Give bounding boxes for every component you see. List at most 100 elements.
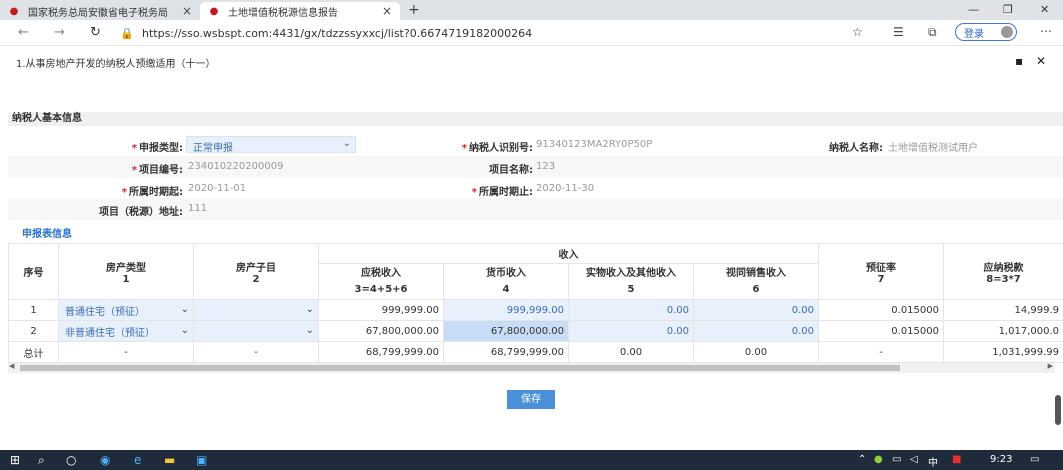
tray-chevron-icon[interactable]: ⌃ xyxy=(858,454,866,465)
house-sub-select[interactable]: ⌄ xyxy=(193,320,319,342)
header-deemed-no: 6 xyxy=(693,279,819,300)
cell-taxable: 999,999.00 xyxy=(318,299,444,321)
period-start-value[interactable]: 2020-11-01 xyxy=(188,183,246,194)
form-row-1: * 申报类型: 正常申报 ⌄ * 纳税人识别号: 91340123MA2RY0P50… xyxy=(8,134,1063,156)
chevron-down-icon: ⌄ xyxy=(305,304,314,315)
chevron-down-icon: ⌄ xyxy=(180,304,189,315)
tab-land-tax-report[interactable]: ● 土地增值税税源信息报告 × xyxy=(200,2,400,20)
modal-header: 1.从事房地产开发的纳税人预缴适用（十一） ▪ ✕ xyxy=(0,48,1063,74)
minimize-icon[interactable]: — xyxy=(968,3,979,16)
ie-icon[interactable]: e xyxy=(134,453,141,467)
close-tab-icon[interactable]: × xyxy=(382,4,392,18)
form-row-2: * 项目编号: 234010220200009 项目名称: 123 xyxy=(8,156,1063,178)
chevron-down-icon: ⌄ xyxy=(180,325,189,336)
cell-cash: 68,799,999.00 xyxy=(443,341,569,363)
favorites-list-icon[interactable]: ☰ xyxy=(893,25,904,39)
tab-tax-bureau[interactable]: ● 国家税务总局安徽省电子税务局 × xyxy=(0,2,200,20)
close-tab-icon[interactable]: × xyxy=(182,4,192,18)
windows-start-icon[interactable]: ⊞ xyxy=(10,453,20,467)
header-cash-no: 4 xyxy=(443,279,569,300)
period-start-label: * 所属时期起: xyxy=(121,187,183,198)
address-label: 项目（税源）地址: xyxy=(99,207,183,218)
collections-icon[interactable]: ⧉ xyxy=(928,25,937,40)
file-explorer-icon[interactable]: ▬ xyxy=(164,453,175,467)
scroll-right-icon[interactable]: ▶ xyxy=(1048,362,1053,370)
favorite-star-icon[interactable]: ☆ xyxy=(852,25,863,39)
project-no-value: 234010220200009 xyxy=(188,161,284,172)
period-end-value[interactable]: 2020-11-30 xyxy=(536,183,594,194)
maximize-icon[interactable]: ▪ xyxy=(1015,54,1023,68)
modal-title: 1.从事房地产开发的纳税人预缴适用（十一） xyxy=(16,59,216,70)
header-seq: 序号 xyxy=(8,243,59,300)
cell-tax: 14,999.9 xyxy=(943,299,1063,321)
tab-label: 国家税务总局安徽省电子税务局 xyxy=(28,7,168,19)
refresh-icon[interactable]: ↻ xyxy=(90,25,101,40)
taskbar: ⊞ ⌕ ○ ◉ e ▬ ▣ ⌃ ● ▭ ◁ 中 ■ 9:23 ▭ xyxy=(0,450,1063,470)
cell-seq: 1 xyxy=(8,299,59,321)
table-row: 1 普通住宅（预征） ⌄ ⌄ 999,999.00 999,999.00 0.00… xyxy=(8,299,1063,321)
network-icon[interactable]: ▭ xyxy=(892,454,901,465)
taxpayer-name-value: 土地增值税测试用户 xyxy=(888,143,978,154)
restore-icon[interactable]: ❐ xyxy=(1003,3,1013,16)
more-options-icon[interactable]: ⋯ xyxy=(1040,24,1052,38)
form-row-3: * 所属时期起: 2020-11-01 * 所属时期止: 2020-11-30 xyxy=(8,178,1063,200)
tray-app-icon[interactable]: ● xyxy=(874,454,883,465)
header-house-type: 房产类型 1 xyxy=(58,243,194,300)
back-icon[interactable]: ← xyxy=(18,25,29,40)
mail-icon[interactable]: ▣ xyxy=(196,453,207,467)
address-bar: ← → ↻ 🔒 https://sso.wsbspt.com:4431/gx/t… xyxy=(0,20,1063,46)
save-button[interactable]: 保存 xyxy=(507,390,555,409)
modal-close-icon[interactable]: ✕ xyxy=(1036,54,1046,68)
project-name-label: 项目名称: xyxy=(489,165,533,176)
scrollbar-thumb[interactable] xyxy=(20,365,900,371)
deemed-income-input[interactable]: 0.00 xyxy=(693,299,819,321)
forward-icon[interactable]: → xyxy=(54,25,65,40)
header-kind-no: 5 xyxy=(568,279,694,300)
security-app-icon[interactable]: ■ xyxy=(952,454,961,465)
house-sub-select[interactable]: ⌄ xyxy=(193,299,319,321)
cell-tax: 1,031,999.99 xyxy=(943,341,1063,363)
cell-taxable: 68,799,999.00 xyxy=(318,341,444,363)
taxpayer-id-label: * 纳税人识别号: xyxy=(461,143,533,154)
cell-seq: 2 xyxy=(8,320,59,342)
cell-rate: 0.015000 xyxy=(818,299,944,321)
table-row: 2 非普通住宅（预征） ⌄ ⌄ 67,800,000.00 67,800,000.… xyxy=(8,320,1063,342)
section-title-report: 申报表信息 xyxy=(22,229,72,240)
scroll-left-icon[interactable]: ◀ xyxy=(9,362,14,370)
volume-icon[interactable]: ◁ xyxy=(910,454,918,465)
project-no-label: * 项目编号: xyxy=(131,165,183,176)
kind-income-input[interactable]: 0.00 xyxy=(568,299,694,321)
new-tab-icon[interactable]: + xyxy=(408,2,420,18)
address-value: 111 xyxy=(188,203,208,214)
login-button[interactable]: 登录 xyxy=(955,23,1017,41)
notification-icon[interactable]: ▭ xyxy=(1030,454,1039,465)
header-deemed-income: 视同销售收入 xyxy=(693,263,819,280)
house-type-select[interactable]: 非普通住宅（预征） ⌄ xyxy=(58,320,194,342)
project-name-value: 123 xyxy=(536,161,556,172)
cash-income-input[interactable]: 999,999.00 xyxy=(443,299,569,321)
url-field[interactable]: 🔒 https://sso.wsbspt.com:4431/gx/tdzzssy… xyxy=(120,23,880,43)
deemed-income-input[interactable]: 0.00 xyxy=(693,320,819,342)
house-type-select[interactable]: 普通住宅（预征） ⌄ xyxy=(58,299,194,321)
header-prepay-rate: 预征率 7 xyxy=(818,243,944,300)
cell-tax: 1,017,000.0 xyxy=(943,320,1063,342)
browser-tab-bar: ● 国家税务总局安徽省电子税务局 × ● 土地增值税税源信息报告 × + — ❐… xyxy=(0,0,1063,20)
declare-type-select[interactable]: 正常申报 ⌄ xyxy=(186,136,356,154)
ime-indicator[interactable]: 中 xyxy=(928,454,938,469)
window-close-icon[interactable]: ✕ xyxy=(1040,3,1049,16)
cell-rate: 0.015000 xyxy=(818,320,944,342)
cell-house-type: - xyxy=(58,341,194,363)
cortana-icon[interactable]: ○ xyxy=(66,453,76,467)
edge-icon[interactable]: ◉ xyxy=(100,453,110,467)
header-income: 收入 xyxy=(318,243,819,264)
search-icon[interactable]: ⌕ xyxy=(38,453,45,468)
login-label: 登录 xyxy=(964,28,984,40)
horizontal-scrollbar[interactable]: ◀ ▶ xyxy=(8,362,1055,373)
cash-income-input[interactable]: 67,800,000.00 xyxy=(443,320,569,342)
chevron-down-icon: ⌄ xyxy=(305,325,314,336)
lock-icon: 🔒 xyxy=(120,26,134,40)
cell-rate: - xyxy=(818,341,944,363)
kind-income-input[interactable]: 0.00 xyxy=(568,320,694,342)
vertical-scrollbar-thumb[interactable] xyxy=(1055,395,1061,425)
clock[interactable]: 9:23 xyxy=(990,454,1012,465)
